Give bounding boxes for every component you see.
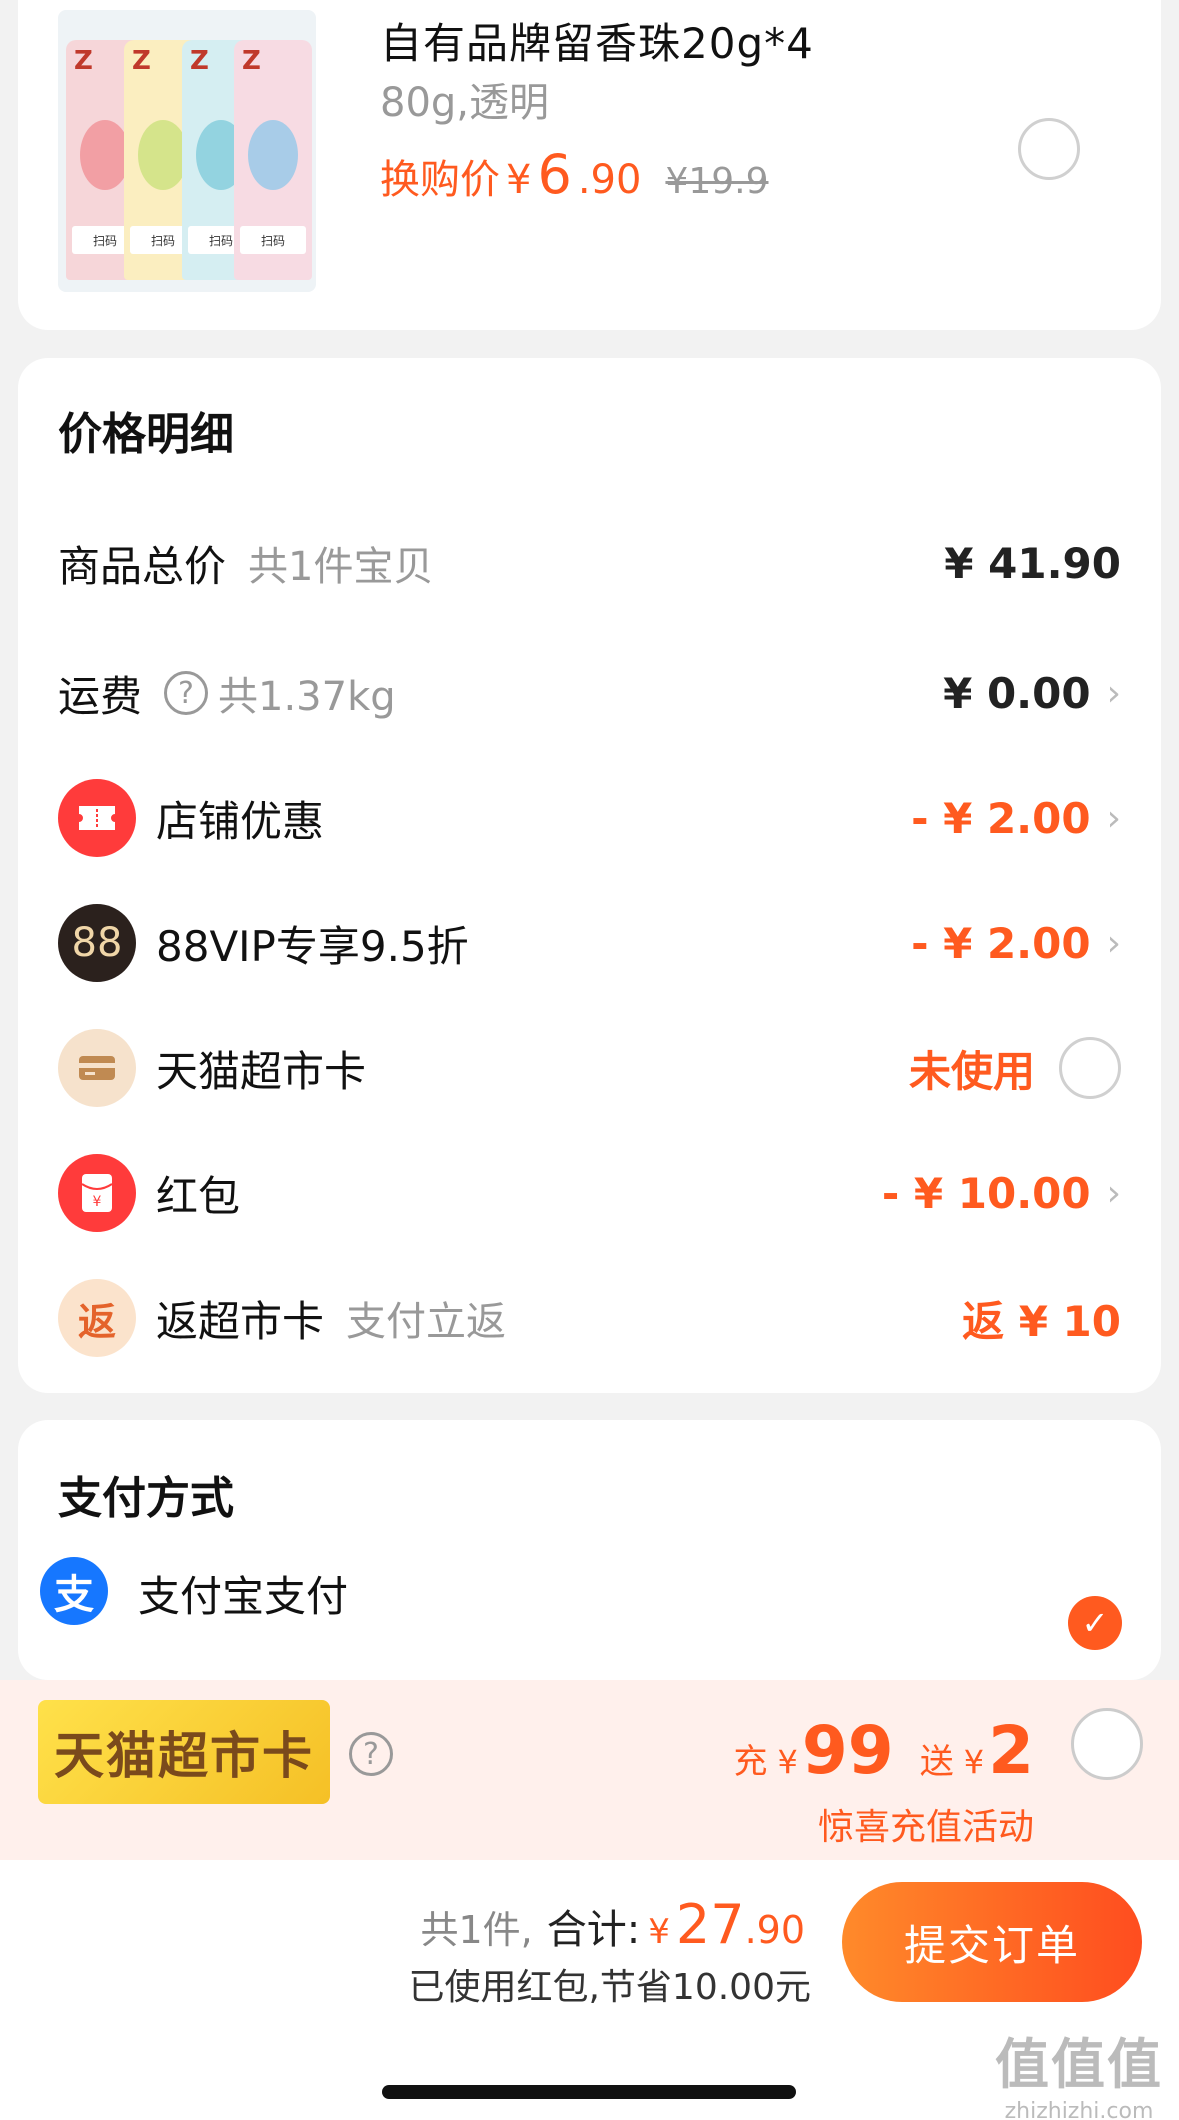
items-total-amount: ¥ 41.90	[944, 538, 1121, 588]
charge-word: 充	[733, 1742, 768, 1782]
vip-88-icon: 88	[58, 904, 136, 982]
chevron-right-icon: ›	[1106, 797, 1121, 839]
submit-order-button[interactable]: 提交订单	[842, 1882, 1142, 2002]
tmall-card-badge[interactable]: 天猫超市卡	[38, 1700, 330, 1804]
total-symbol: ¥	[648, 1912, 670, 1952]
product-select-radio[interactable]	[1018, 118, 1080, 180]
tmall-card-status: 未使用	[908, 1046, 1035, 1096]
payment-title: 支付方式	[58, 1473, 234, 1524]
recharge-select-radio[interactable]	[1071, 1708, 1143, 1780]
row-store-discount[interactable]: 店铺优惠 - ¥ 2.00 ›	[18, 773, 1161, 863]
store-discount-label: 店铺优惠	[156, 796, 325, 846]
shipping-value: ¥ 0.00 ›	[943, 669, 1121, 718]
store-discount-amount: - ¥ 2.00	[911, 793, 1091, 843]
red-packet-amount: - ¥ 10.00	[881, 1168, 1091, 1218]
red-packet-icon: ¥	[58, 1154, 136, 1232]
items-total-value: ¥ 41.90	[944, 539, 1121, 588]
price-detail-title: 价格明细	[58, 409, 234, 460]
help-icon[interactable]: ?	[349, 1732, 393, 1776]
coupon-icon	[58, 779, 136, 857]
check-icon[interactable]: ✓	[1068, 1596, 1122, 1650]
cashback-icon: 返	[58, 1279, 136, 1357]
product-spec: 80g,透明	[380, 80, 550, 126]
vip-value: - ¥ 2.00 ›	[911, 919, 1121, 968]
total-amount-int: 27	[675, 1893, 745, 1956]
home-indicator[interactable]	[382, 2085, 796, 2099]
cashback-value: 返 ¥ 10	[962, 1288, 1121, 1349]
store-discount-value: - ¥ 2.00 ›	[911, 794, 1121, 843]
charge-amount: 99	[801, 1712, 894, 1789]
total-amount-dec: .90	[744, 1908, 805, 1952]
row-tmall-card[interactable]: 天猫超市卡 未使用	[18, 1023, 1161, 1113]
tmall-card-radio[interactable]	[1059, 1037, 1121, 1099]
alipay-icon: 支	[40, 1557, 108, 1625]
product-image[interactable]: Z 扫码 Z 扫码 Z 扫码 Z 扫码	[58, 10, 316, 292]
cashback-sub: 支付立返	[346, 1299, 507, 1345]
price-dec: .90	[577, 157, 642, 203]
chevron-right-icon: ›	[1106, 922, 1121, 964]
recharge-subtitle: 惊喜充值活动	[817, 1807, 1034, 1848]
savings-note: 已使用红包,节省10.00元	[408, 1967, 811, 2008]
price-int: 6	[537, 143, 572, 206]
gift-symbol: ¥	[963, 1743, 985, 1781]
total-line: 共1件, 合计: ¥ 27.90	[420, 1893, 811, 1956]
price-symbol: ¥	[506, 157, 532, 203]
watermark-url: zhizhizhi.com	[1004, 2099, 1154, 2120]
bag-4: Z 扫码	[234, 40, 312, 280]
charge-symbol: ¥	[777, 1743, 798, 1781]
payment-card: 支付方式	[18, 1420, 1161, 1680]
original-price: ¥19.9	[665, 161, 769, 202]
recharge-promo: 天猫超市卡 ? 充 ¥ 99 送 ¥ 2 惊喜充值活动	[0, 1680, 1179, 1860]
price-detail-card: 价格明细 商品总价 共1件宝贝 ¥ 41.90 运费 ? 共1.37kg ¥ 0…	[18, 358, 1161, 1393]
product-title[interactable]: 自有品牌留香珠20g*4	[380, 10, 814, 71]
alipay-label[interactable]: 支付宝支付	[138, 1563, 348, 1624]
product-card: Z 扫码 Z 扫码 Z 扫码 Z 扫码 自有品牌留香珠20g*4 80g,透明 换购价 …	[18, 0, 1161, 330]
row-shipping[interactable]: 运费 ? 共1.37kg ¥ 0.00 ›	[18, 648, 1161, 738]
red-packet-value: - ¥ 10.00 ›	[882, 1169, 1121, 1218]
vip-label: 88VIP专享9.5折	[156, 921, 469, 971]
recharge-offer: 充 ¥ 99 送 ¥ 2	[733, 1712, 1034, 1789]
cashback-label: 返超市卡	[156, 1296, 325, 1346]
tmall-card-label: 天猫超市卡	[156, 1046, 367, 1096]
shipping-label: 运费	[58, 671, 143, 721]
shipping-amount: ¥ 0.00	[943, 668, 1091, 718]
vip-amount: - ¥ 2.00	[911, 918, 1091, 968]
row-vip-discount[interactable]: 88 88VIP专享9.5折 - ¥ 2.00 ›	[18, 898, 1161, 988]
chevron-right-icon: ›	[1106, 672, 1121, 714]
items-total-label: 商品总价	[58, 541, 227, 591]
row-red-packet[interactable]: ¥ 红包 - ¥ 10.00 ›	[18, 1148, 1161, 1238]
gift-amount: 2	[988, 1712, 1034, 1789]
chevron-right-icon: ›	[1106, 1172, 1121, 1214]
total-label: 合计:	[546, 1907, 641, 1953]
gift-word: 送	[919, 1742, 954, 1782]
price-label: 换购价	[380, 157, 500, 203]
item-count: 共1件,	[420, 1908, 533, 1952]
items-total-sub: 共1件宝贝	[248, 544, 434, 590]
red-packet-label: 红包	[156, 1171, 241, 1221]
cashback-amount: 返 ¥ 10	[962, 1296, 1121, 1346]
shipping-weight: 共1.37kg	[218, 674, 396, 720]
row-items-total: 商品总价 共1件宝贝 ¥ 41.90	[18, 518, 1161, 608]
row-cashback: 返 返超市卡 支付立返 返 ¥ 10	[18, 1273, 1161, 1363]
tmall-card-value: 未使用	[909, 1037, 1121, 1099]
card-icon	[58, 1029, 136, 1107]
watermark-logo: 值值值	[995, 2033, 1163, 2096]
checkout-bar: 共1件, 合计: ¥ 27.90 已使用红包,节省10.00元 提交订单 值值值…	[0, 1860, 1179, 2120]
svg-text:¥: ¥	[93, 1194, 102, 1210]
product-price: 换购价 ¥ 6.90 ¥19.9	[380, 143, 769, 206]
watermark: 值值值 zhizhizhi.com	[995, 2020, 1163, 2120]
help-icon[interactable]: ?	[164, 671, 209, 715]
